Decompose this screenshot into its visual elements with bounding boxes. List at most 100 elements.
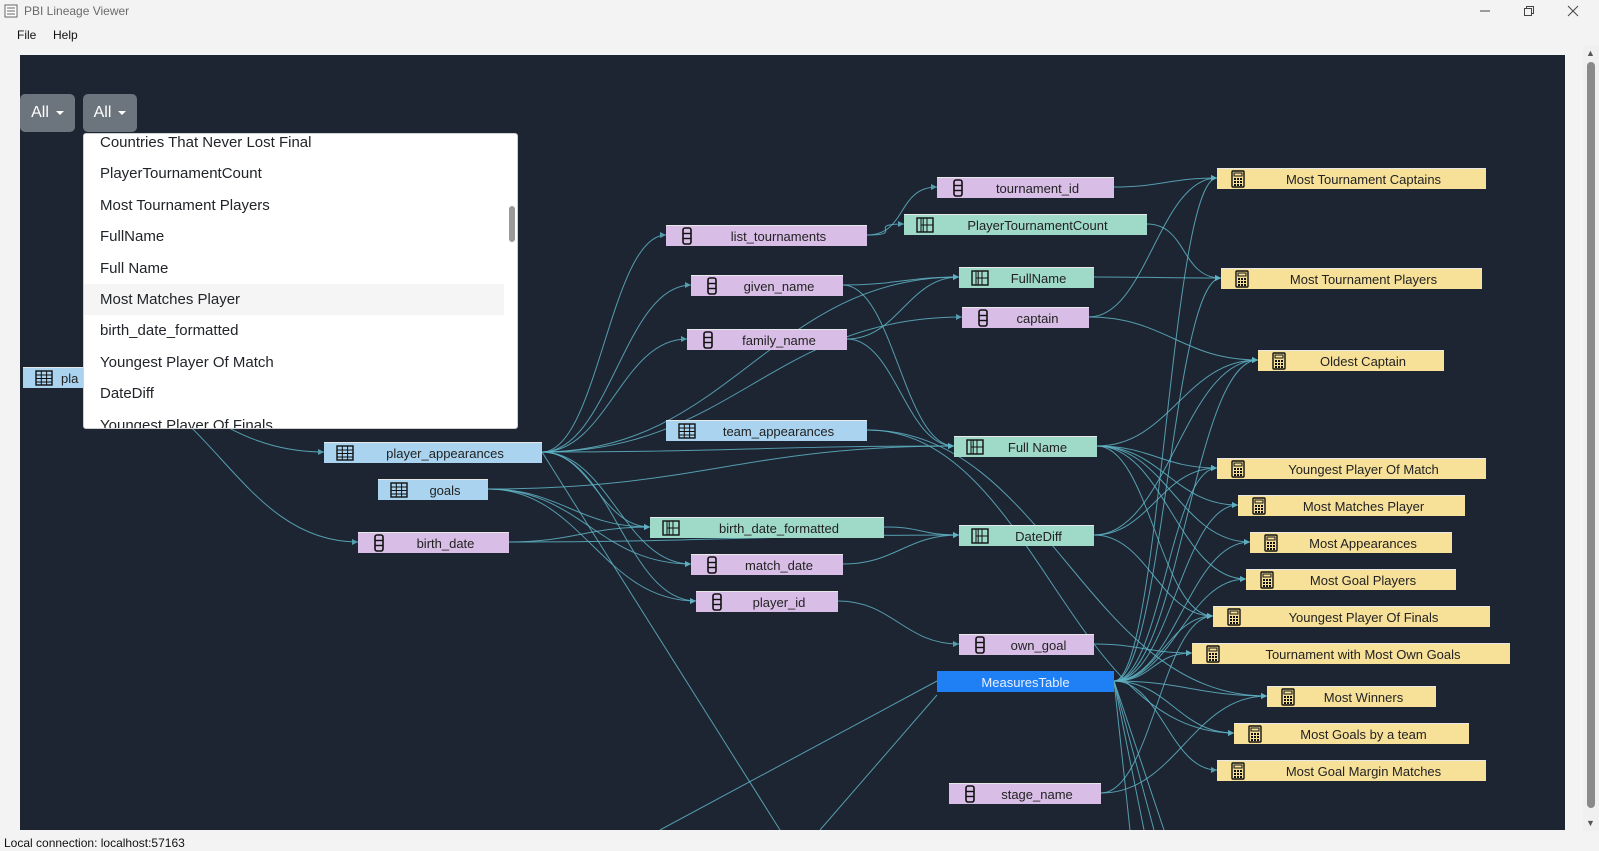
close-button[interactable] — [1551, 0, 1595, 22]
node-match-date[interactable]: match_date — [691, 554, 843, 575]
lineage-edge — [883, 526, 960, 538]
node-tournament-with-most-own-goals[interactable]: Tournament with Most Own Goals — [1192, 643, 1510, 664]
node-player-id[interactable]: player_id — [696, 591, 838, 612]
node-playertournamentcount[interactable]: PlayerTournamentCount — [904, 214, 1147, 235]
node-label: family_name — [742, 332, 816, 348]
node-label: Oldest Captain — [1320, 353, 1406, 369]
measure-calculator-icon — [1229, 460, 1247, 478]
node-label: team_appearances — [722, 423, 835, 439]
measure-calculator-icon — [1225, 608, 1243, 626]
dropdown-item[interactable]: birth_date_formatted — [84, 315, 504, 346]
lineage-edge — [1113, 680, 1235, 736]
node-most-winners[interactable]: Most Winners — [1267, 686, 1436, 707]
node-most-goal-margin-matches[interactable]: Most Goal Margin Matches — [1217, 760, 1486, 781]
calculated-column-icon — [916, 216, 934, 234]
node-tournament-id[interactable]: tournament_id — [937, 177, 1114, 198]
dropdown-item[interactable]: Most Matches Player — [84, 284, 504, 315]
node-most-tournament-players[interactable]: Most Tournament Players — [1221, 268, 1482, 289]
node-full-name[interactable]: Full Name — [954, 436, 1097, 457]
node-label: player_appearances — [386, 445, 504, 461]
filter-dropdown-1[interactable]: All — [20, 94, 75, 132]
column-icon — [678, 227, 696, 245]
node-oldest-captain[interactable]: Oldest Captain — [1258, 350, 1444, 371]
node-goals[interactable]: goals — [378, 479, 488, 500]
dropdown-item[interactable]: Full Name — [84, 253, 504, 284]
table-icon — [336, 444, 354, 462]
scrollbar-thumb[interactable] — [1587, 62, 1595, 808]
menu-file[interactable]: File — [17, 28, 36, 42]
minimize-button[interactable] — [1463, 0, 1507, 22]
node-datediff[interactable]: DateDiff — [959, 525, 1094, 546]
dropdown-item[interactable]: DateDiff — [84, 378, 504, 409]
vertical-scrollbar[interactable]: ▲ ▼ — [1583, 46, 1599, 831]
node-label: own_goal — [1010, 637, 1067, 653]
node-most-goals-by-a-team[interactable]: Most Goals by a team — [1234, 723, 1469, 744]
status-bar: Local connection: localhost:57163 — [0, 834, 1599, 851]
node-fullname[interactable]: FullName — [959, 267, 1094, 288]
calculated-column-icon — [966, 438, 984, 456]
node-label: MeasuresTable — [981, 674, 1070, 690]
node-label: PlayerTournamentCount — [967, 217, 1108, 233]
filter-dropdown-2[interactable]: All — [83, 94, 137, 132]
filter-dropdown-menu[interactable]: Youngest Player Of Finals DateDiff Younges… — [83, 133, 518, 429]
dropdown-scrollbar[interactable] — [509, 206, 515, 242]
restore-button[interactable] — [1507, 0, 1551, 22]
measure-calculator-icon — [1229, 762, 1247, 780]
node-birth-date[interactable]: birth_date — [358, 532, 509, 553]
node-players-partial[interactable]: pla — [23, 367, 85, 388]
column-icon — [703, 277, 721, 295]
dropdown-item[interactable]: Youngest Player Of Finals — [84, 410, 504, 428]
node-measurestable[interactable]: MeasuresTable — [937, 671, 1114, 692]
lineage-edge — [866, 221, 905, 236]
column-icon — [370, 534, 388, 552]
measure-calculator-icon — [1279, 688, 1297, 706]
scroll-down-icon[interactable]: ▼ — [1586, 818, 1595, 828]
node-label: Full Name — [1007, 439, 1068, 455]
node-most-tournament-captains[interactable]: Most Tournament Captains — [1217, 168, 1486, 189]
node-own-goal[interactable]: own_goal — [959, 634, 1094, 655]
scroll-up-icon[interactable]: ▲ — [1586, 48, 1595, 58]
lineage-graph-canvas[interactable]: pla player_appearancesgoals birth_date list… — [20, 55, 1565, 830]
title-bar: PBI Lineage Viewer — [0, 0, 1599, 22]
menu-help[interactable]: Help — [53, 28, 78, 42]
measure-calculator-icon — [1233, 270, 1251, 288]
lineage-edge — [1146, 223, 1222, 281]
dropdown-item[interactable]: Countries That Never Lost Final — [84, 134, 504, 158]
column-icon — [703, 556, 721, 574]
node-captain[interactable]: captain — [962, 307, 1089, 328]
node-most-appearances[interactable]: Most Appearances — [1250, 532, 1452, 553]
calculated-column-icon — [662, 519, 680, 537]
node-label: Tournament with Most Own Goals — [1265, 646, 1461, 662]
node-most-goal-players[interactable]: Most Goal Players — [1246, 569, 1456, 590]
node-stage-name[interactable]: stage_name — [949, 783, 1101, 804]
lineage-edge — [659, 680, 938, 830]
dropdown-item[interactable]: PlayerTournamentCount — [84, 158, 504, 189]
node-given-name[interactable]: given_name — [691, 275, 843, 296]
dropdown-item[interactable]: Most Tournament Players — [84, 190, 504, 221]
lineage-edge — [1113, 680, 1268, 699]
column-icon — [949, 179, 967, 197]
restore-icon — [1524, 6, 1534, 16]
dropdown-item[interactable]: FullName — [84, 221, 504, 252]
caret-down-icon — [55, 111, 64, 115]
measure-calculator-icon — [1229, 170, 1247, 188]
node-youngest-player-of-match[interactable]: Youngest Player Of Match — [1217, 458, 1486, 479]
node-label: birth_date — [416, 535, 475, 551]
node-player-appearances[interactable]: player_appearances — [324, 442, 542, 463]
dropdown-item[interactable]: Youngest Player Of Match — [84, 347, 504, 378]
node-birth-date-formatted[interactable]: birth_date_formatted — [650, 517, 884, 538]
node-label: tournament_id — [995, 180, 1080, 196]
node-label: stage_name — [1001, 786, 1073, 802]
lineage-edge — [1088, 316, 1259, 363]
node-family-name[interactable]: family_name — [687, 329, 847, 350]
node-most-matches-player[interactable]: Most Matches Player — [1238, 495, 1465, 516]
node-list-tournaments[interactable]: list_tournaments — [666, 225, 867, 246]
node-team-appearances[interactable]: team_appearances — [666, 420, 867, 441]
lineage-edge — [541, 451, 781, 830]
measure-calculator-icon — [1258, 571, 1276, 589]
measure-calculator-icon — [1250, 497, 1268, 515]
measure-calculator-icon — [1262, 534, 1280, 552]
node-youngest-player-of-finals[interactable]: Youngest Player Of Finals — [1213, 606, 1490, 627]
lineage-edge — [508, 524, 651, 543]
lineage-edge — [842, 274, 960, 286]
